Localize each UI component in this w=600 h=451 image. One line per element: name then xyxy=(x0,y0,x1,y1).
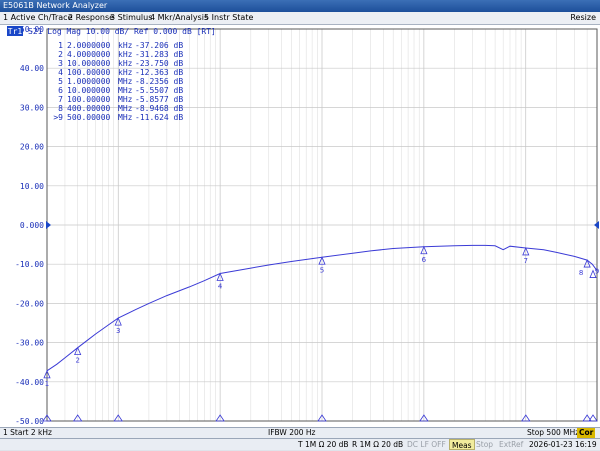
trace-badge[interactable]: Tr1 xyxy=(8,27,23,36)
marker-frequency: 10.000000 xyxy=(67,86,111,95)
y-tick-label: -50.00 xyxy=(15,417,44,426)
marker-value: -5.5507 dB xyxy=(135,86,183,95)
marker-value: -23.750 dB xyxy=(135,59,183,68)
menu-stimulus[interactable]: 3 Stimulus xyxy=(110,12,152,24)
marker-7-label: 7 xyxy=(524,257,528,265)
menu-bar: 1 Active Ch/Trace 2 Response 3 Stimulus … xyxy=(0,12,600,25)
marker-number: >9 xyxy=(53,113,63,122)
marker-frequency: 4.0000000 xyxy=(67,50,111,59)
marker-frequency: 10.000000 xyxy=(67,59,111,68)
y-tick-label: 20.00 xyxy=(20,143,44,152)
y-tick-label: -30.00 xyxy=(15,339,44,348)
window-title-bar: E5061B Network Analyzer xyxy=(0,0,600,12)
y-tick-label: -20.00 xyxy=(15,299,44,308)
marker-9-label: 9 xyxy=(595,268,599,276)
marker-value: -5.8577 dB xyxy=(135,95,183,104)
marker-number: 7 xyxy=(58,95,63,104)
test-port-setting[interactable]: T 1M Ω 20 dB xyxy=(296,439,351,450)
y-axis-labels: 50.0040.0030.0020.0010.000.000-10.00-20.… xyxy=(15,25,44,426)
marker-frequency: 100.00000 xyxy=(67,95,111,104)
meas-indicator[interactable]: Meas xyxy=(449,439,475,450)
marker-number: 3 xyxy=(58,59,63,68)
resize-button[interactable]: Resize xyxy=(570,12,596,24)
marker-number: 2 xyxy=(58,50,63,59)
reference-port-setting[interactable]: R 1M Ω 20 dB xyxy=(350,439,405,450)
marker-value: -37.206 dB xyxy=(135,41,183,50)
marker-unit: MHz xyxy=(118,95,133,104)
menu-response[interactable]: 2 Response xyxy=(68,12,114,24)
marker-number: 5 xyxy=(58,77,63,86)
y-tick-label: 10.00 xyxy=(20,182,44,191)
stop-indicator[interactable]: Stop xyxy=(474,439,495,450)
marker-value: -12.363 dB xyxy=(135,68,183,77)
marker-table: 1 2.0000000 kHz -37.206 dB2 4.0000000 kHz -31.… xyxy=(53,41,183,122)
dc-lf-indicator[interactable]: DC LF OFF xyxy=(405,439,448,450)
y-tick-label: 40.00 xyxy=(20,64,44,73)
trace-header: Tr1 S21 Log Mag 10.00 dB/ Ref 0.000 dB [… xyxy=(7,26,216,36)
extref-indicator[interactable]: ExtRef xyxy=(497,439,525,450)
marker-unit: kHz xyxy=(118,59,133,68)
marker-unit: kHz xyxy=(118,50,133,59)
marker-unit: kHz xyxy=(118,41,133,50)
ifbw-readout[interactable]: IFBW 200 Hz xyxy=(268,428,315,438)
menu-instr-state[interactable]: 5 Instr State xyxy=(204,12,253,24)
marker-frequency: 1.0000000 xyxy=(67,77,111,86)
marker-value: -8.2356 dB xyxy=(135,77,183,86)
marker-frequency: 400.00000 xyxy=(67,104,111,113)
marker-4-label: 4 xyxy=(218,282,223,290)
plot-area[interactable]: 50.00 40.00 30.00 20.00 10.00 0.000 -10.00 -20.… xyxy=(0,25,600,427)
marker-8-label: 8 xyxy=(579,269,583,277)
marker-6-label: 6 xyxy=(422,256,427,264)
window-title: E5061B Network Analyzer xyxy=(3,1,108,10)
bottom-marker-ticks xyxy=(42,414,598,422)
marker-value: -31.283 dB xyxy=(135,50,183,59)
marker-frequency: 500.00000 xyxy=(67,113,111,122)
marker-3-label: 3 xyxy=(116,327,120,335)
status-bar: 1 Start 2 kHz IFBW 200 Hz Stop 500 MHz C… xyxy=(0,427,600,438)
y-tick-label: 0.000 xyxy=(20,221,44,230)
marker-number: 1 xyxy=(58,41,63,50)
marker-5-label: 5 xyxy=(320,266,324,274)
menu-mkr-analysis[interactable]: 4 Mkr/Analysis xyxy=(150,12,208,24)
reference-arrow-left-icon xyxy=(46,221,51,229)
start-frequency[interactable]: 1 Start 2 kHz xyxy=(3,428,52,438)
date-time: 2026-01-23 16:19 xyxy=(529,440,597,449)
marker-unit: MHz xyxy=(118,113,133,122)
chart-svg: 50.0040.0030.0020.0010.000.000-10.00-20.… xyxy=(7,25,599,426)
y-tick-label: -10.00 xyxy=(15,260,44,269)
instrument-status-bar: T 1M Ω 20 dB R 1M Ω 20 dB DC LF OFF Meas… xyxy=(0,438,600,450)
marker-number: 4 xyxy=(58,68,63,77)
marker-frequency: 2.0000000 xyxy=(67,41,111,50)
correction-badge[interactable]: Cor xyxy=(577,428,596,438)
marker-unit: MHz xyxy=(118,86,133,95)
marker-unit: MHz xyxy=(118,77,133,86)
marker-1-label: 1 xyxy=(45,380,49,388)
marker-value: -11.624 dB xyxy=(135,113,183,122)
marker-number: 8 xyxy=(58,104,63,113)
marker-number: 6 xyxy=(58,86,63,95)
menu-active-ch-trace[interactable]: 1 Active Ch/Trace xyxy=(3,12,73,24)
marker-unit: kHz xyxy=(118,68,133,77)
y-tick-label: -40.00 xyxy=(15,378,44,387)
stop-frequency[interactable]: Stop 500 MHz xyxy=(527,428,579,438)
marker-2-label: 2 xyxy=(75,357,79,365)
y-tick-label: 30.00 xyxy=(20,103,44,112)
trace-header-text: S21 Log Mag 10.00 dB/ Ref 0.000 dB [RT] xyxy=(28,27,216,36)
marker-value: -8.9468 dB xyxy=(135,104,183,113)
marker-frequency: 100.00000 xyxy=(67,68,111,77)
marker-unit: MHz xyxy=(118,104,133,113)
